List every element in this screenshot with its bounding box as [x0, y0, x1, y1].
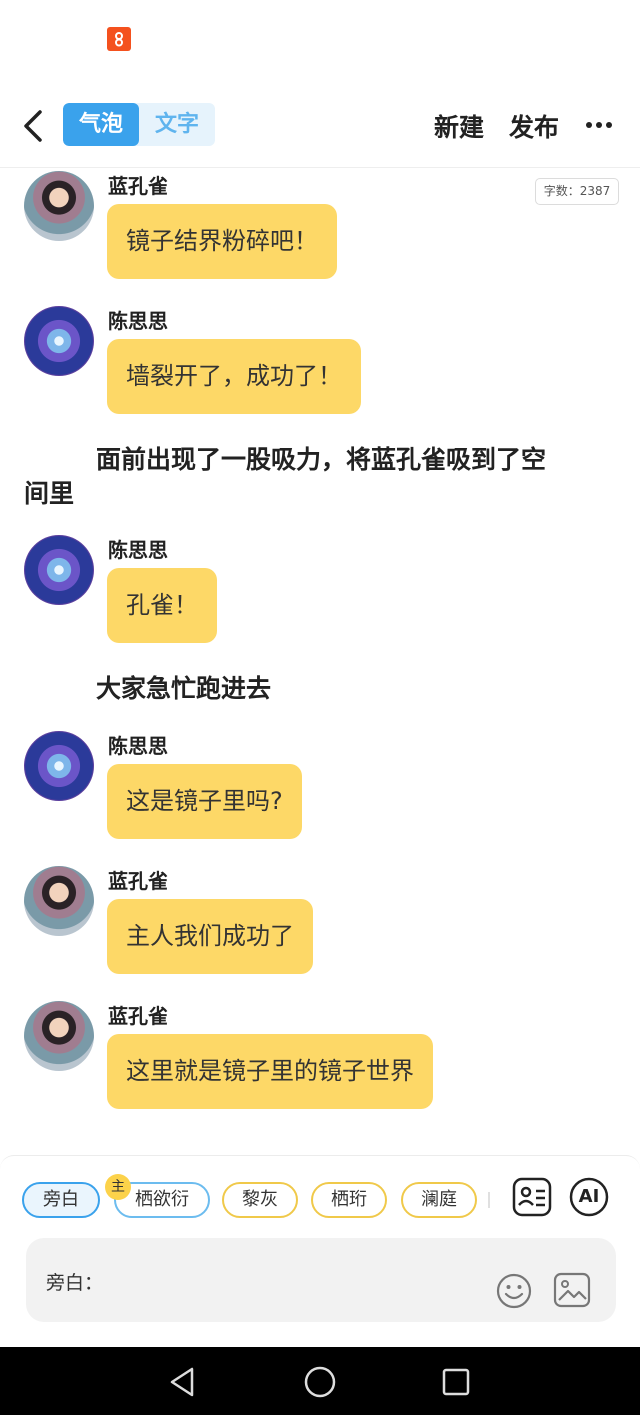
main-role-badge: 主	[105, 1174, 131, 1200]
narration-line: 面前出现了一股吸力，将蓝孔雀吸到了空	[96, 445, 547, 474]
smiley-icon	[496, 1273, 532, 1309]
more-options-button[interactable]	[584, 110, 614, 140]
sender-name: 陈思思	[108, 309, 168, 333]
role-chip-qiheng[interactable]: 栖珩	[311, 1182, 387, 1218]
ai-button[interactable]: AI	[569, 1177, 609, 1217]
new-button[interactable]: 新建	[434, 108, 484, 144]
message-input[interactable]: 旁白：	[26, 1238, 616, 1322]
contact-card-icon	[512, 1177, 552, 1217]
app-notification-icon	[107, 27, 131, 51]
tab-text[interactable]: 文字	[139, 103, 215, 146]
ai-label: AI	[578, 1186, 600, 1207]
dot-icon	[606, 122, 612, 128]
chip-scroll-divider	[488, 1192, 490, 1208]
chen-sisi-avatar[interactable]	[24, 731, 94, 801]
chat-bubble[interactable]: 墙裂开了，成功了！	[107, 339, 361, 414]
chat-bubble[interactable]: 主人我们成功了	[107, 899, 313, 974]
publish-button[interactable]: 发布	[509, 108, 559, 144]
sender-name: 陈思思	[108, 734, 168, 758]
emoji-button[interactable]	[496, 1273, 532, 1309]
narration-text[interactable]: 面前出现了一股吸力，将蓝孔雀吸到了空 间里	[24, 443, 624, 511]
chat-bubble[interactable]: 这里就是镜子里的镜子世界	[107, 1034, 433, 1109]
blue-peacock-avatar[interactable]	[24, 866, 94, 936]
back-button[interactable]	[16, 106, 52, 146]
chat-bubble[interactable]: 镜子结界粉碎吧！	[107, 204, 337, 279]
square-recents-icon	[442, 1368, 470, 1396]
chat-bubble[interactable]: 孔雀！	[107, 568, 217, 643]
composer-panel: 旁白 栖欲衍 主 黎灰 栖珩 澜庭 AI 旁白：	[0, 1155, 640, 1347]
chen-sisi-avatar[interactable]	[24, 535, 94, 605]
image-button[interactable]	[553, 1272, 591, 1308]
status-bar	[0, 0, 640, 90]
top-bar: 气泡 文字 新建 发布	[0, 90, 640, 168]
input-role-label: 旁白：	[46, 1272, 104, 1294]
dot-icon	[596, 122, 602, 128]
mode-toggle: 气泡 文字	[63, 103, 215, 146]
circle-home-icon	[304, 1366, 336, 1398]
triangle-back-icon	[170, 1367, 194, 1397]
sender-name: 蓝孔雀	[108, 869, 168, 893]
word-count-badge: 字数：2387	[535, 178, 619, 205]
sender-name: 蓝孔雀	[108, 174, 168, 198]
dot-icon	[586, 122, 592, 128]
chat-bubble[interactable]: 这是镜子里吗?	[107, 764, 302, 839]
sender-name: 陈思思	[108, 538, 168, 562]
role-chip-lihui[interactable]: 黎灰	[222, 1182, 298, 1218]
nav-home-button[interactable]	[303, 1365, 337, 1399]
chevron-left-icon	[24, 110, 42, 142]
tab-bubble[interactable]: 气泡	[63, 103, 139, 146]
narration-text[interactable]: 大家急忙跑进去	[96, 672, 271, 706]
narration-line: 间里	[24, 479, 75, 508]
role-chip-narrator[interactable]: 旁白	[22, 1182, 100, 1218]
system-nav-bar	[0, 1347, 640, 1415]
chen-sisi-avatar[interactable]	[24, 306, 94, 376]
image-icon	[553, 1272, 591, 1308]
blue-peacock-avatar[interactable]	[24, 1001, 94, 1071]
nav-back-button[interactable]	[166, 1365, 200, 1399]
role-card-button[interactable]	[512, 1177, 552, 1217]
nav-recents-button[interactable]	[439, 1365, 473, 1399]
blue-peacock-avatar[interactable]	[24, 171, 94, 241]
role-chip-lanting[interactable]: 澜庭	[401, 1182, 477, 1218]
sender-name: 蓝孔雀	[108, 1004, 168, 1028]
